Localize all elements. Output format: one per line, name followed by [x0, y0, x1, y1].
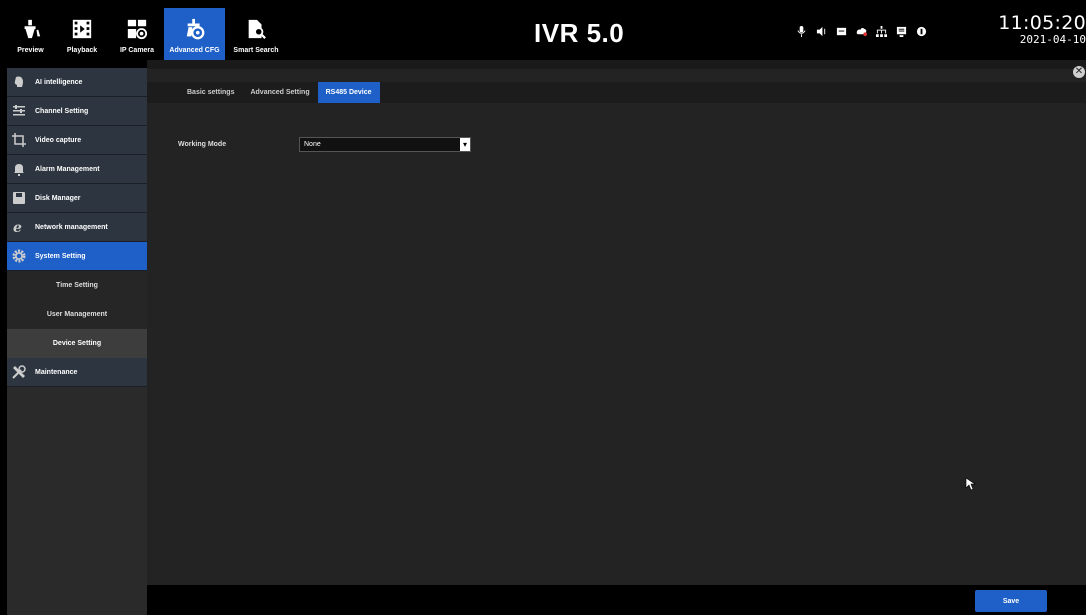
panel-header-strip	[147, 60, 1086, 69]
sidebar-item-network-management[interactable]: e Network management	[7, 213, 147, 242]
sidebar-item-label: Disk Manager	[35, 194, 81, 202]
nav-label: Playback	[66, 47, 98, 54]
sidebar-item-label: AI intelligence	[35, 78, 83, 86]
sidebar-item-channel-setting[interactable]: Channel Setting	[7, 97, 147, 126]
preview-icon	[19, 17, 43, 41]
chevron-down-icon[interactable]: ▾	[460, 138, 470, 151]
bell-icon	[11, 161, 27, 177]
footer: Save	[147, 585, 1086, 615]
tools-icon	[11, 364, 27, 380]
working-mode-value: None	[304, 141, 321, 148]
working-mode-select[interactable]: None ▾	[299, 137, 471, 152]
record-icon[interactable]	[836, 26, 847, 37]
network-icon[interactable]	[876, 26, 887, 37]
tab-bar: Basic settings Advanced Setting RS485 De…	[147, 82, 1086, 103]
app-brand: IVR 5.0	[534, 18, 625, 48]
clock: 11:05:20 2021-04-10	[998, 12, 1086, 46]
sidebar-item-ai-intelligence[interactable]: AI intelligence	[7, 68, 147, 97]
advanced-cfg-icon	[183, 17, 207, 41]
sidebar-subitem-device-setting[interactable]: Device Setting	[7, 329, 147, 358]
working-mode-label: Working Mode	[178, 141, 227, 148]
sidebar: AI intelligence Channel Setting Video ca…	[7, 60, 147, 615]
tab-rs485-device[interactable]: RS485 Device	[317, 82, 380, 103]
sidebar-item-label: Maintenance	[35, 368, 78, 376]
disk-icon	[11, 190, 27, 206]
ai-icon	[11, 74, 27, 90]
crop-icon	[11, 132, 27, 148]
nav-smart-search[interactable]: Smart Search	[225, 8, 287, 60]
svg-text:e: e	[13, 220, 22, 234]
alarm-icon[interactable]	[916, 26, 927, 37]
network-globe-icon: e	[11, 219, 27, 235]
working-mode-row: Working Mode None ▾	[178, 137, 471, 152]
main-panel: ✕ Basic settings Advanced Setting RS485 …	[147, 60, 1086, 585]
close-icon[interactable]: ✕	[1073, 66, 1085, 78]
gear-icon	[11, 248, 27, 264]
nav-label: IP Camera	[119, 47, 155, 54]
sidebar-item-disk-manager[interactable]: Disk Manager	[7, 184, 147, 213]
nav-preview[interactable]: Preview	[7, 8, 54, 60]
clock-date: 2021-04-10	[1019, 33, 1086, 46]
smart-search-icon	[244, 17, 268, 41]
nav-label: Advanced CFG	[169, 47, 220, 54]
storage-icon[interactable]	[896, 26, 907, 37]
sidebar-subitem-time-setting[interactable]: Time Setting	[7, 271, 147, 300]
nav-label: Preview	[17, 47, 44, 54]
sidebar-item-label: Network management	[35, 223, 108, 231]
sidebar-item-system-setting[interactable]: System Setting	[7, 242, 147, 271]
sidebar-item-maintenance[interactable]: Maintenance	[7, 358, 147, 387]
speaker-icon[interactable]	[816, 26, 827, 37]
sidebar-item-video-capture[interactable]: Video capture	[7, 126, 147, 155]
microphone-icon[interactable]	[796, 26, 807, 37]
sidebar-item-label: Alarm Management	[35, 165, 100, 173]
save-button[interactable]: Save	[975, 590, 1047, 612]
ip-camera-icon	[125, 17, 149, 41]
playback-icon	[70, 17, 94, 41]
main-nav: Preview Playback IP Camera Advanced CFG …	[7, 8, 287, 60]
mouse-cursor-icon	[965, 477, 976, 491]
clock-time: 11:05:20	[998, 12, 1086, 34]
channel-icon	[11, 103, 27, 119]
tab-advanced-setting[interactable]: Advanced Setting	[242, 82, 317, 103]
tab-basic-settings[interactable]: Basic settings	[179, 82, 242, 103]
sidebar-item-label: Video capture	[35, 136, 82, 144]
nav-label: Smart Search	[233, 47, 279, 54]
nav-ip-camera[interactable]: IP Camera	[110, 8, 164, 60]
sidebar-subitem-user-management[interactable]: User Management	[7, 300, 147, 329]
nav-playback[interactable]: Playback	[54, 8, 110, 60]
sidebar-item-label: System Setting	[35, 252, 86, 260]
top-bar: Preview Playback IP Camera Advanced CFG …	[7, 8, 1086, 60]
nav-advanced-cfg[interactable]: Advanced CFG	[164, 8, 225, 60]
cloud-icon[interactable]	[856, 26, 867, 37]
sidebar-item-alarm-management[interactable]: Alarm Management	[7, 155, 147, 184]
sidebar-item-label: Channel Setting	[35, 107, 89, 115]
status-icons	[796, 26, 927, 37]
